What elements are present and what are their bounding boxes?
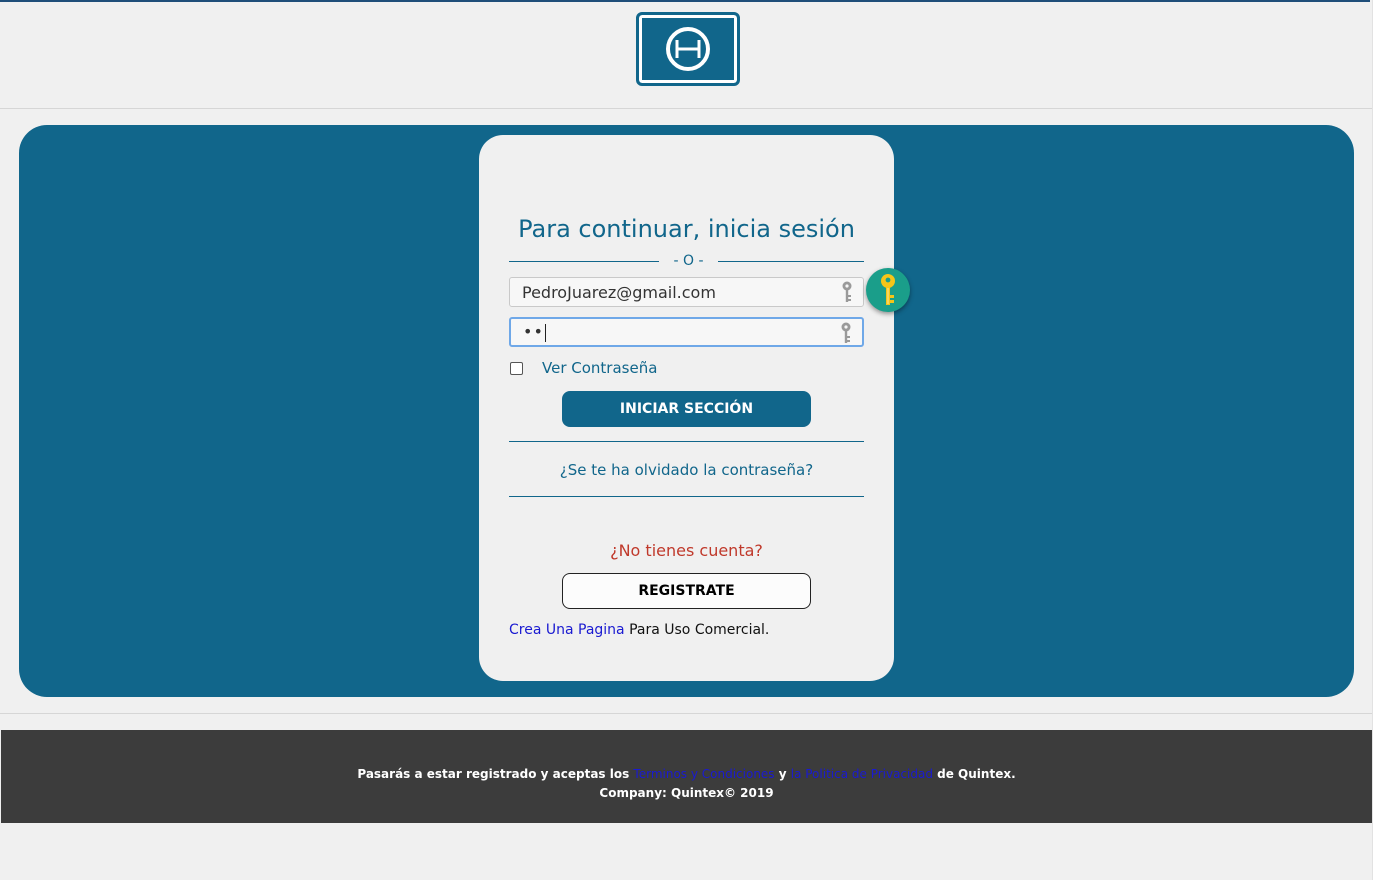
theta-logo-icon[interactable] [636,12,740,86]
terms-link[interactable]: Terminos y Condiciones [633,767,774,781]
privacy-link[interactable]: la Politica de Privacidad [791,767,933,781]
login-title: Para continuar, inicia sesión [518,215,855,243]
divider-line-right [718,261,864,262]
show-password-label[interactable]: Ver Contraseña [542,359,657,377]
terms-and: y [774,767,791,781]
register-button[interactable]: REGISTRATE [562,573,811,609]
create-page-link[interactable]: Crea Una Pagina [509,622,625,638]
email-field[interactable]: PedroJuarez@gmail.com [509,277,864,307]
terms-suffix: de Quintex. [932,767,1016,781]
login-card: Para continuar, inicia sesión - O - Pedr… [479,135,894,681]
key-icon[interactable] [841,281,853,303]
password-field[interactable]: •• [509,317,864,347]
separator-line [509,496,864,497]
or-divider: - O - [509,253,864,271]
no-account-text: ¿No tienes cuenta? [610,541,763,560]
commercial-note: Crea Una Pagina Para Uso Comercial. [509,622,769,638]
email-value: PedroJuarez@gmail.com [522,283,716,302]
company-copyright: Company: Quintex© 2019 [599,786,774,800]
forgot-password-link[interactable]: ¿Se te ha olvidado la contraseña? [479,461,894,479]
password-value: •• [523,322,546,342]
golden-key-icon[interactable] [866,268,910,312]
terms-prefix: Pasarás a estar registrado y aceptas los [357,767,634,781]
key-icon[interactable] [840,322,852,344]
page-header [0,2,1372,109]
footer-rule [0,713,1372,714]
page-footer: Pasarás a estar registrado y aceptas los… [1,730,1372,823]
terms-notice: Pasarás a estar registrado y aceptas los… [1,767,1372,781]
separator-line [509,441,864,442]
divider-text: - O - [673,253,704,269]
login-button[interactable]: INICIAR SECCIÓN [562,391,811,427]
password-dots: •• [523,322,544,341]
show-password-checkbox[interactable] [510,362,523,375]
divider-line-left [509,261,659,262]
window-edge [1372,0,1377,880]
commercial-text: Para Uso Comercial. [624,622,770,638]
text-caret [544,323,546,342]
